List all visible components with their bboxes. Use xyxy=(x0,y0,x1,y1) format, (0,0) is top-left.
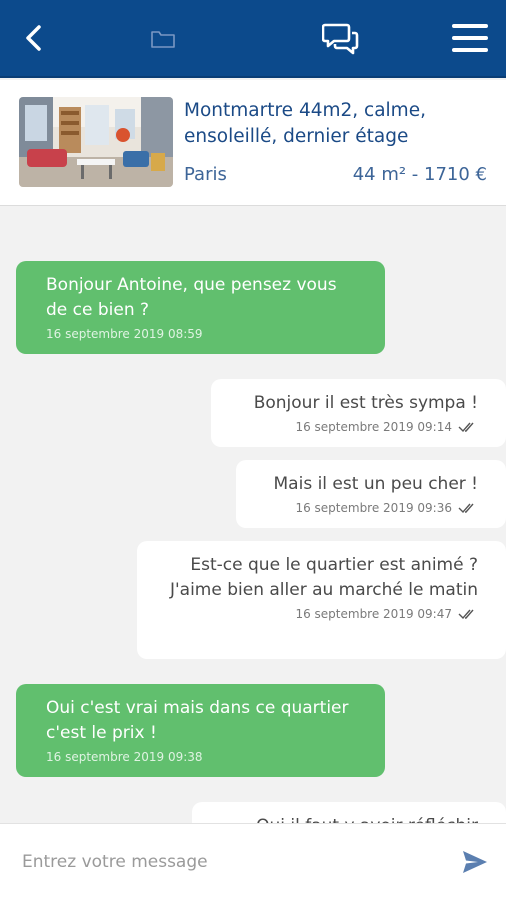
message-meta: 16 septembre 2019 09:36 xyxy=(256,501,478,515)
message-text: Mais il est un peu cher ! xyxy=(273,474,478,494)
message-bubble-outgoing[interactable]: Mais il est un peu cher ! 16 septembre 2… xyxy=(236,460,506,528)
message-bubble-outgoing[interactable]: Bonjour il est très sympa ! 16 septembre… xyxy=(211,379,506,447)
read-checkmarks-icon xyxy=(458,422,474,433)
conversations-button[interactable] xyxy=(318,18,364,58)
message-timestamp: 16 septembre 2019 09:47 xyxy=(295,607,452,621)
message-composer xyxy=(0,823,506,900)
message-input[interactable] xyxy=(22,846,422,878)
menu-button[interactable] xyxy=(446,14,494,62)
chat-bubbles-icon xyxy=(322,23,359,55)
listing-card[interactable]: Montmartre 44m2, calme, ensoleillé, dern… xyxy=(0,80,506,206)
message-bubble-outgoing[interactable]: Oui il faut y avoir réfléchir xyxy=(192,802,506,823)
message-meta: 16 septembre 2019 09:14 xyxy=(231,420,478,434)
folder-icon xyxy=(151,31,175,48)
message-timestamp: 16 septembre 2019 09:36 xyxy=(295,501,452,515)
message-bubble-outgoing[interactable]: Est-ce que le quartier est animé ? J'aim… xyxy=(137,541,506,659)
listing-city: Paris xyxy=(184,164,227,185)
message-bubble-incoming[interactable]: Bonjour Antoine, que pensez vous de ce b… xyxy=(16,261,385,354)
apartment-photo-image xyxy=(19,97,173,187)
hamburger-menu-icon xyxy=(452,24,488,52)
read-checkmarks-icon xyxy=(458,609,474,620)
message-timestamp: 16 septembre 2019 08:59 xyxy=(46,327,203,341)
message-timestamp: 16 septembre 2019 09:38 xyxy=(46,750,203,764)
message-text: Bonjour il est très sympa ! xyxy=(253,393,478,413)
back-button[interactable] xyxy=(14,18,54,58)
listing-title[interactable]: Montmartre 44m2, calme, ensoleillé, dern… xyxy=(184,98,484,150)
listing-photo[interactable] xyxy=(19,97,173,187)
folder-button[interactable] xyxy=(146,22,180,56)
send-button[interactable] xyxy=(460,848,492,878)
listing-size-price: 44 m² - 1710 € xyxy=(352,164,487,185)
message-text: Oui il faut y avoir réfléchir xyxy=(212,814,478,823)
top-navigation-bar xyxy=(0,0,506,78)
chevron-left-icon xyxy=(26,25,41,51)
message-meta: 16 septembre 2019 09:47 xyxy=(161,607,478,621)
message-text: Oui c'est vrai mais dans ce quartier c'e… xyxy=(46,698,349,743)
message-text: Est-ce que le quartier est animé ? J'aim… xyxy=(169,555,478,600)
message-thread[interactable]: Bonjour Antoine, que pensez vous de ce b… xyxy=(0,207,506,823)
message-text: Bonjour Antoine, que pensez vous de ce b… xyxy=(46,275,337,320)
message-timestamp: 16 septembre 2019 09:14 xyxy=(295,420,452,434)
read-checkmarks-icon xyxy=(458,503,474,514)
message-bubble-incoming[interactable]: Oui c'est vrai mais dans ce quartier c'e… xyxy=(16,684,385,777)
send-icon xyxy=(463,851,487,873)
